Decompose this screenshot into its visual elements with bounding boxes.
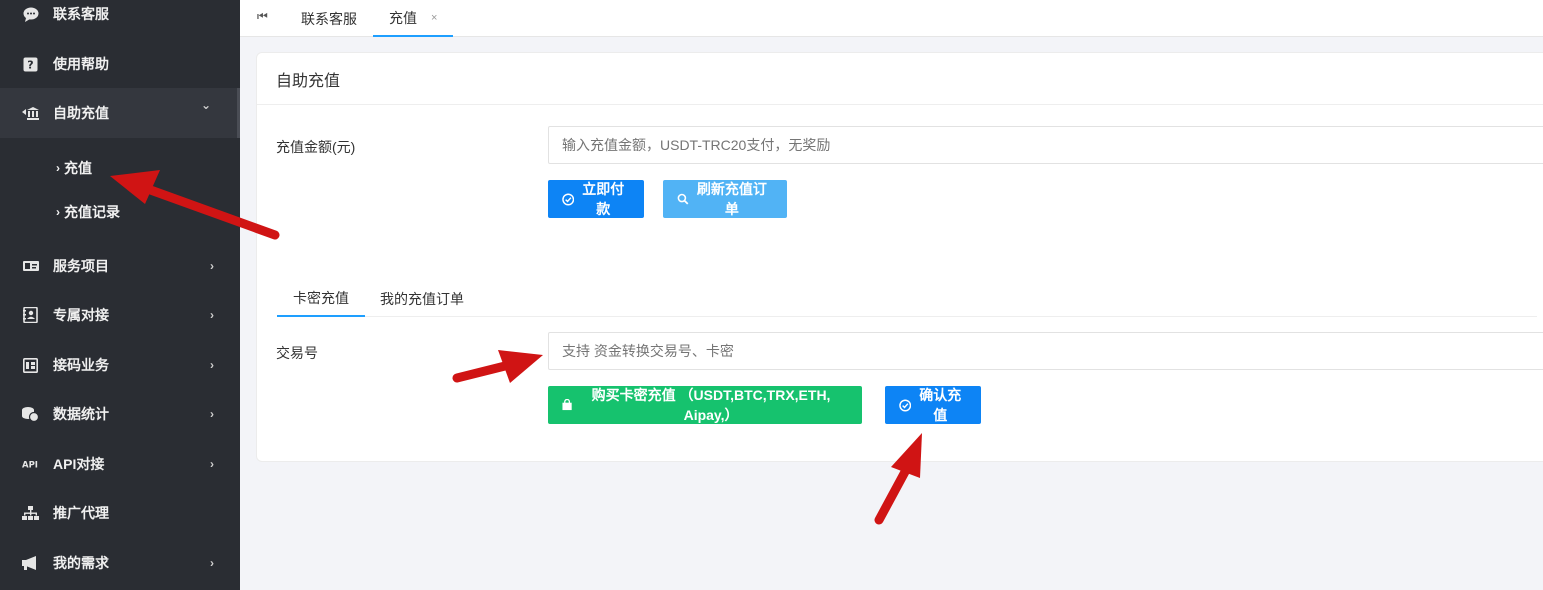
sidebar-subitem-label: 充值记录 [64, 204, 120, 220]
amount-input[interactable] [548, 126, 1543, 164]
chevron-right-icon: › [210, 407, 214, 421]
sidebar-item-label: 自助充值 [53, 105, 109, 121]
tab-label: 联系客服 [301, 10, 357, 27]
sidebar-item-my-requests[interactable]: 我的需求 › [0, 539, 240, 587]
amount-label: 充值金额(元) [276, 139, 356, 155]
refresh-orders-button[interactable]: 刷新充值订单 [663, 180, 787, 218]
check-circle-icon [562, 193, 575, 205]
sidebar-subitem-label: 充值 [64, 160, 92, 176]
chat-icon [22, 7, 39, 22]
coins-icon [22, 407, 39, 422]
megaphone-icon [22, 555, 39, 571]
help-icon: ? [22, 57, 39, 72]
sidebar-item-exclusive[interactable]: 专属对接 › [0, 291, 240, 339]
subtab-my-orders[interactable]: 我的充值订单 [380, 281, 464, 317]
sidebar-item-label: API对接 [53, 456, 105, 472]
subtab-label: 卡密充值 [293, 290, 349, 306]
sidebar-item-api[interactable]: API API对接 › [0, 440, 240, 488]
close-icon[interactable]: × [431, 12, 437, 24]
button-label: 确认充值 [919, 387, 962, 423]
chevron-right-icon: › [210, 308, 214, 322]
subtab-label: 我的充值订单 [380, 291, 464, 307]
sidebar-item-sms-code[interactable]: 接码业务 › [0, 341, 240, 389]
sidebar-item-label: 服务项目 [53, 258, 109, 274]
first-page-icon[interactable]: ⏮ [257, 9, 268, 24]
card-title: 自助充值 [257, 53, 1543, 105]
pay-now-button[interactable]: 立即付款 [548, 180, 644, 218]
sidebar-item-label: 专属对接 [53, 307, 109, 323]
transaction-input[interactable] [548, 332, 1543, 370]
sidebar-item-label: 接码业务 [53, 357, 109, 373]
chevron-right-icon: › [56, 161, 60, 175]
chevron-right-icon: › [210, 556, 214, 570]
tab-bar: ⏮ 联系客服 充值 × [240, 0, 1543, 37]
chevron-right-icon: › [210, 457, 214, 471]
sidebar-item-customer-service[interactable]: 联系客服 [0, 0, 240, 38]
sidebar-item-self-recharge[interactable]: 自助充值 ⌄ [0, 88, 240, 138]
api-icon: API [22, 457, 39, 472]
sidebar-item-label: 数据统计 [53, 406, 109, 422]
shopping-bag-icon [562, 399, 572, 411]
button-label: 刷新充值订单 [696, 181, 767, 217]
sidebar: 联系客服 ? 使用帮助 自助充值 ⌄ › 充值 › 充值记录 服务项目 › 专属… [0, 0, 240, 590]
buy-card-button[interactable]: 购买卡密充值 （USDT,BTC,TRX,ETH, Aipay,） [548, 386, 862, 424]
sidebar-item-label: 我的需求 [53, 555, 109, 571]
chevron-down-icon: ⌄ [200, 98, 211, 112]
tab-customer-service[interactable]: 联系客服 [301, 0, 357, 37]
transaction-label: 交易号 [276, 345, 318, 361]
sidebar-subitem-recharge[interactable]: › 充值 [0, 148, 240, 188]
search-icon [677, 193, 689, 205]
tab-label: 充值 [389, 9, 417, 26]
check-circle-icon [899, 399, 912, 411]
subtab-card-recharge[interactable]: 卡密充值 [277, 281, 365, 317]
sim-icon [22, 357, 39, 373]
sidebar-item-services[interactable]: 服务项目 › [0, 242, 240, 290]
id-card-icon [22, 259, 39, 274]
button-label: 立即付款 [582, 181, 625, 217]
chevron-right-icon: › [210, 358, 214, 372]
sidebar-item-label: 推广代理 [53, 505, 109, 521]
sidebar-item-label: 联系客服 [53, 6, 109, 22]
contacts-icon [22, 307, 39, 323]
svg-text:?: ? [27, 58, 33, 71]
bank-icon [22, 106, 39, 121]
sidebar-item-statistics[interactable]: 数据统计 › [0, 390, 240, 438]
confirm-recharge-button[interactable]: 确认充值 [885, 386, 981, 424]
sitemap-icon [22, 505, 39, 521]
svg-text:API: API [22, 461, 38, 470]
button-label: 购买卡密充值 （USDT,BTC,TRX,ETH, Aipay,） [591, 387, 831, 423]
recharge-subtabs: 卡密充值 我的充值订单 [277, 281, 1537, 317]
chevron-right-icon: › [56, 205, 60, 219]
recharge-card: 自助充值 充值金额(元) 立即付款 刷新充值订单 卡密充值 我的充值订单 交易号… [256, 52, 1543, 462]
sidebar-item-label: 使用帮助 [53, 56, 109, 72]
sidebar-item-promotion[interactable]: 推广代理 [0, 489, 240, 537]
chevron-right-icon: › [210, 259, 214, 273]
tab-recharge[interactable]: 充值 × [373, 0, 454, 37]
sidebar-item-help[interactable]: ? 使用帮助 [0, 40, 240, 88]
sidebar-subitem-recharge-records[interactable]: › 充值记录 [0, 192, 240, 232]
